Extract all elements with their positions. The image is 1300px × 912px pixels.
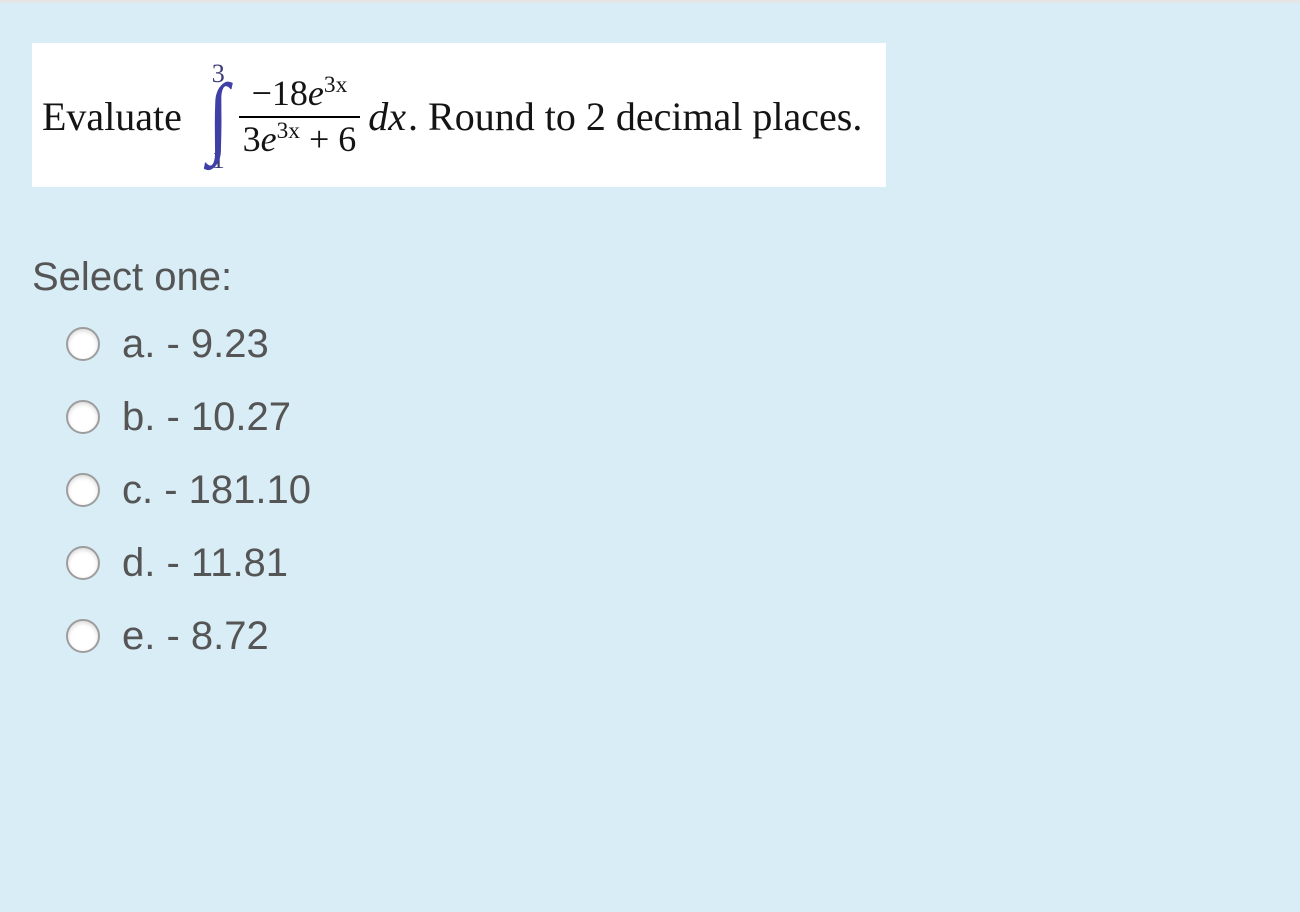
options-list: a. - 9.23 b. - 10.27 c. - 181.10 [32,322,1300,659]
option-a-letter: a. [122,322,155,366]
integral-sign-icon: ∫ [208,83,229,151]
option-d-label: d. - 11.81 [122,541,288,586]
denom-a-e: e [261,119,277,159]
dx-label: dx [368,93,406,140]
integral-expression: 3 ∫ 1 −18e3x 3e3x + 6 dx [206,61,406,173]
option-a-label: a. - 9.23 [122,322,269,367]
question-suffix: . Round to 2 decimal places. [408,93,862,140]
option-a[interactable]: a. - 9.23 [66,322,1300,367]
numerator-exp: 3x [324,72,347,98]
numerator-e: e [308,73,324,113]
option-b-letter: b. [122,395,155,439]
option-e-text: - 8.72 [166,614,268,658]
radio-c[interactable] [66,473,100,507]
quiz-page: Evaluate 3 ∫ 1 −18e3x 3e3x + 6 [0,0,1300,912]
option-b-text: - 10.27 [166,395,291,439]
denom-a-coeff: 3 [243,119,261,159]
option-c-label: c. - 181.10 [122,468,311,513]
content-area: Evaluate 3 ∫ 1 −18e3x 3e3x + 6 [0,3,1300,659]
denom-plus: + [300,119,338,159]
option-a-text: - 9.23 [166,322,268,366]
question-prompt: Evaluate 3 ∫ 1 −18e3x 3e3x + 6 [32,43,886,187]
evaluate-label: Evaluate [42,93,182,140]
option-c-text: - 181.10 [164,468,311,512]
integral-sign-wrap: 3 ∫ 1 [206,61,231,173]
radio-b[interactable] [66,400,100,434]
option-d[interactable]: d. - 11.81 [66,541,1300,586]
integrand-fraction: −18e3x 3e3x + 6 [239,74,361,159]
radio-d[interactable] [66,546,100,580]
numerator-minus: − [252,73,272,113]
radio-e[interactable] [66,619,100,653]
option-e-letter: e. [122,614,155,658]
option-e[interactable]: e. - 8.72 [66,614,1300,659]
option-c-letter: c. [122,468,153,512]
fraction-numerator: −18e3x [248,74,352,114]
denom-b: 6 [338,119,356,159]
option-c[interactable]: c. - 181.10 [66,468,1300,513]
numerator-coeff: 18 [272,73,308,113]
option-b[interactable]: b. - 10.27 [66,395,1300,440]
select-one-label: Select one: [32,255,1300,300]
radio-a[interactable] [66,327,100,361]
option-d-letter: d. [122,541,155,585]
option-e-label: e. - 8.72 [122,614,269,659]
option-b-label: b. - 10.27 [122,395,291,440]
fraction-denominator: 3e3x + 6 [239,120,361,160]
question-row: Evaluate 3 ∫ 1 −18e3x 3e3x + 6 [42,61,862,173]
option-d-text: - 11.81 [166,541,288,585]
denom-a-exp: 3x [277,118,300,144]
